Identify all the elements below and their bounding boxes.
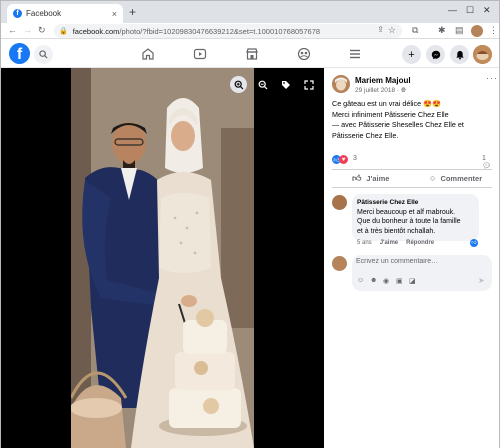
address-toolbar: ← → ↻ 🔒 facebook.com/photo/?fbid=1020983…	[1, 23, 499, 39]
bookmark-star-icon[interactable]: ☆	[388, 25, 396, 36]
wedding-photo-image	[71, 68, 254, 448]
new-tab-button[interactable]: +	[129, 5, 136, 19]
my-avatar[interactable]	[332, 256, 347, 271]
facebook-favicon-icon: f	[13, 9, 22, 18]
account-avatar-image	[473, 45, 492, 64]
sticker-icon[interactable]: ◪	[409, 277, 416, 285]
zoom-out-button[interactable]	[254, 76, 271, 93]
comment-bubble: Pâtisserie Chez Elle Merci beaucoup et a…	[352, 194, 479, 241]
forward-icon[interactable]: →	[23, 25, 32, 35]
url-host: facebook.com	[72, 26, 120, 36]
post-tag-line[interactable]: — avec Pâtisserie Sheselles Chez Elle et	[332, 120, 494, 131]
bell-icon	[455, 50, 464, 59]
thumbs-up-icon: 👍︎	[352, 173, 362, 183]
watch-icon[interactable]	[193, 47, 207, 61]
tab-title: Facebook	[26, 9, 62, 18]
groups-icon[interactable]	[297, 47, 311, 61]
comment-button[interactable]: ○ Commenter	[430, 173, 482, 183]
fullscreen-icon	[303, 79, 314, 90]
search-icon	[39, 50, 48, 59]
profile-avatar[interactable]	[471, 25, 483, 37]
facebook-header: f +	[1, 40, 499, 68]
zoom-out-icon	[258, 80, 267, 89]
post-text-line: Merci infiniment Pâtisserie Chez Elle	[332, 109, 449, 119]
side-panel-icon[interactable]: ▤	[455, 25, 464, 36]
maximize-icon[interactable]: ☐	[466, 5, 474, 16]
extensions-icon[interactable]: ⧉	[412, 25, 418, 36]
zoom-in-icon	[234, 80, 243, 89]
home-icon[interactable]	[141, 47, 155, 61]
photo-viewer	[1, 68, 324, 448]
close-tab-icon[interactable]: ×	[112, 9, 117, 19]
create-button[interactable]: +	[402, 45, 421, 64]
minimize-icon[interactable]: —	[448, 5, 457, 15]
post-date[interactable]: 29 juillet 2018 · 🌐︎	[355, 87, 406, 95]
send-icon[interactable]: ➤	[478, 276, 485, 285]
lock-icon: 🔒	[59, 28, 68, 35]
tag-button[interactable]	[277, 76, 294, 93]
notifications-button[interactable]	[450, 45, 469, 64]
marketplace-icon[interactable]	[245, 47, 259, 61]
comment-like-link[interactable]: J'aime	[380, 240, 398, 246]
divider	[332, 169, 492, 170]
commenter-avatar[interactable]	[332, 195, 347, 210]
post-tag-line[interactable]: Pâtisserie Chez Elle.	[332, 131, 494, 142]
comment-meta: 5 ans J'aime Répondre	[357, 240, 434, 246]
post-text-line: Ce gâteau est un vrai délice 😍😍	[332, 99, 441, 108]
comment-count[interactable]: 1 💬︎	[482, 155, 492, 170]
comment-reply-link[interactable]: Répondre	[406, 240, 434, 246]
tag-icon	[281, 80, 290, 89]
comment-age[interactable]: 5 ans	[357, 240, 372, 246]
url-path: /photo/?fbid=10209830476639212&set=t.100…	[119, 26, 321, 36]
comment-line: Merci beaucoup et alf mabrouk.	[357, 208, 456, 216]
emoji-icon[interactable]: ☻	[370, 277, 377, 284]
camera-icon[interactable]: ◉	[383, 277, 389, 285]
back-icon[interactable]: ←	[8, 25, 17, 35]
reload-icon[interactable]: ↻	[38, 25, 46, 36]
account-avatar[interactable]	[473, 45, 492, 64]
messenger-icon	[431, 50, 440, 59]
divider	[332, 187, 492, 188]
like-label: J'aime	[366, 174, 390, 183]
tab-strip: f Facebook × + — ☐ ✕	[1, 1, 499, 23]
fullscreen-button[interactable]	[300, 76, 317, 93]
post-photo[interactable]	[71, 68, 254, 448]
share-icon[interactable]: ⇪	[377, 25, 384, 34]
comment-author[interactable]: Pâtisserie Chez Elle	[357, 198, 474, 208]
facebook-logo[interactable]: f	[9, 43, 30, 64]
author-avatar[interactable]	[332, 75, 350, 93]
avatar-sticker-icon[interactable]: ☺	[357, 277, 364, 284]
comment-like-badge-icon[interactable]: 👍︎	[470, 239, 478, 247]
post-text: Ce gâteau est un vrai délice 😍😍 Merci in…	[332, 99, 494, 141]
browser-tab[interactable]: f Facebook ×	[7, 4, 123, 23]
audience-globe-icon: 🌐︎	[400, 87, 407, 94]
comment-line: et à très bientôt nchallah.	[357, 227, 436, 235]
comment-composer: ☺ ☻ ◉ ▣ ◪ ➤	[352, 255, 492, 291]
search-button[interactable]	[34, 45, 53, 64]
plus-icon: +	[408, 48, 415, 61]
browser-window: f Facebook × + — ☐ ✕ ← → ↻ 🔒 facebook.co…	[0, 0, 500, 448]
close-window-icon[interactable]: ✕	[483, 5, 491, 16]
author-avatar-image	[332, 75, 350, 93]
messenger-button[interactable]	[426, 45, 445, 64]
puzzle-icon[interactable]: ✱	[438, 25, 446, 36]
post-detail-panel: Mariem Majoul 29 juillet 2018 · 🌐︎ ··· C…	[324, 68, 499, 448]
comment-count-text: 1	[482, 155, 486, 162]
chrome-menu-icon[interactable]: ⋮	[489, 25, 498, 36]
like-button[interactable]: 👍︎ J'aime	[352, 173, 389, 184]
comment-input[interactable]	[356, 258, 486, 265]
post-date-text: 29 juillet 2018 ·	[355, 87, 401, 94]
comment-icon: ○	[430, 173, 436, 183]
post-options-button[interactable]: ···	[486, 73, 498, 83]
post-author[interactable]: Mariem Majoul	[355, 76, 411, 85]
reactions-summary: 👍︎ ♥ 3 1 💬︎	[332, 154, 492, 170]
menu-icon[interactable]	[348, 47, 362, 61]
comment-label: Commenter	[440, 173, 483, 183]
reaction-count[interactable]: 3	[353, 155, 357, 162]
love-reaction-icon[interactable]: ♥	[339, 155, 348, 164]
zoom-in-button[interactable]	[230, 76, 247, 93]
comment-line: Que du bonheur à toute la famille	[357, 218, 461, 225]
address-bar[interactable]: 🔒 facebook.com/photo/?fbid=1020983047663…	[54, 24, 402, 38]
gif-icon[interactable]: ▣	[396, 277, 403, 285]
